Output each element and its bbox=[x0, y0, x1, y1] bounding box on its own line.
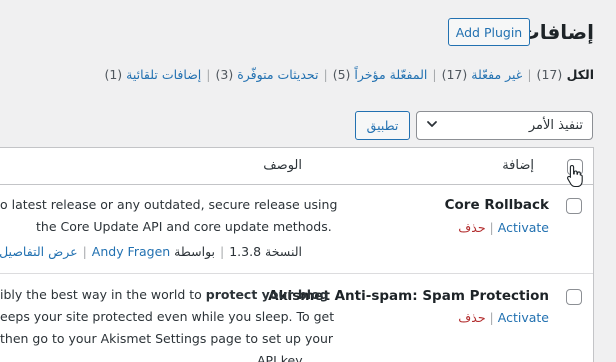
view-details-link[interactable]: عرض التفاصيل bbox=[0, 244, 78, 259]
filter-recent-label: المفعّلة مؤخراً bbox=[354, 67, 428, 82]
filter-separator: | bbox=[323, 67, 328, 82]
filter-recently-active[interactable]: المفعّلة مؤخراً (5) bbox=[333, 67, 428, 82]
plugin-author-link[interactable]: Andy Fragen bbox=[92, 244, 170, 259]
page-title: إضافات bbox=[519, 20, 594, 44]
filter-all-count: (17) bbox=[536, 67, 563, 82]
action-separator: | bbox=[489, 310, 494, 325]
filter-all-label: الكل bbox=[566, 67, 594, 82]
plugin-name: Core Rollback bbox=[444, 197, 549, 213]
description-line: the Core Update API and core update meth… bbox=[36, 219, 332, 234]
description-line: o latest release or any outdated, secure… bbox=[0, 197, 338, 212]
activate-link[interactable]: Activate bbox=[498, 310, 549, 325]
description-line: eeps your site protected even while you … bbox=[0, 309, 335, 324]
filter-recent-count: (5) bbox=[332, 67, 351, 82]
row-actions: Activate | حذف bbox=[458, 220, 549, 235]
hand-cursor-icon bbox=[567, 164, 583, 188]
plugin-meta: النسخة 1.3.8 | بواسطة Andy Fragen | عرض التف… bbox=[0, 244, 302, 259]
filter-inactive[interactable]: غير مفعّلة (17) bbox=[442, 67, 523, 82]
description-line: API key. bbox=[257, 353, 305, 362]
filter-auto-label: إضافات تلقائية bbox=[126, 67, 202, 82]
filter-separator: | bbox=[206, 67, 211, 82]
apply-button[interactable]: تطبيق bbox=[355, 111, 410, 140]
plugin-checkbox[interactable] bbox=[566, 289, 582, 305]
delete-link[interactable]: حذف bbox=[458, 220, 485, 235]
filter-auto-count: (1) bbox=[104, 67, 123, 82]
plugin-version: النسخة 1.3.8 bbox=[229, 244, 302, 259]
plugin-description: o latest release or any outdated, secure… bbox=[0, 194, 337, 238]
activate-link[interactable]: Activate bbox=[498, 220, 549, 235]
add-plugin-button[interactable]: Add Plugin bbox=[448, 18, 530, 46]
column-description: الوصف bbox=[263, 158, 302, 173]
table-header: إضافة الوصف bbox=[0, 148, 593, 185]
filter-updates-label: تحديثات متوفّرة bbox=[237, 67, 319, 82]
description-line: ibly the best way in the world to protec… bbox=[0, 284, 334, 306]
filter-updates-count: (3) bbox=[215, 67, 234, 82]
plugin-description: ibly the best way in the world to protec… bbox=[0, 284, 334, 362]
table-row: Akismet Anti-spam: Spam Protection Activ… bbox=[0, 274, 593, 362]
filter-separator: | bbox=[432, 67, 437, 82]
plugin-filter-links: الكل (17) | غير مفعّلة (17) | المفعّلة مؤخرا… bbox=[104, 67, 594, 82]
bulk-action-select[interactable]: تنفيذ الأمر bbox=[416, 111, 593, 140]
plugin-checkbox[interactable] bbox=[566, 198, 582, 214]
meta-separator: | bbox=[82, 244, 87, 259]
filter-all[interactable]: الكل (17) bbox=[537, 67, 594, 82]
column-plugin: إضافة bbox=[502, 158, 534, 173]
description-bold: protect your blog bbox=[205, 287, 329, 302]
action-separator: | bbox=[489, 220, 494, 235]
chevron-down-icon bbox=[427, 121, 437, 127]
delete-link[interactable]: حذف bbox=[458, 310, 485, 325]
table-row: Core Rollback Activate | حذف o latest rele… bbox=[0, 185, 593, 274]
filter-auto-updates[interactable]: إضافات تلقائية (1) bbox=[104, 67, 201, 82]
filter-inactive-count: (17) bbox=[441, 67, 468, 82]
filter-separator: | bbox=[527, 67, 532, 82]
plugin-by: بواسطة bbox=[174, 244, 216, 259]
filter-inactive-label: غير مفعّلة bbox=[471, 67, 523, 82]
meta-separator: | bbox=[220, 244, 225, 259]
description-line: then go to your Akismet Settings page to… bbox=[0, 331, 334, 346]
row-actions: Activate | حذف bbox=[458, 310, 549, 325]
filter-updates[interactable]: تحديثات متوفّرة (3) bbox=[216, 67, 319, 82]
description-lead: ibly the best way in the world to bbox=[0, 287, 206, 302]
plugins-table: إضافة الوصف Core Rollback Activate | حذف o… bbox=[0, 147, 594, 362]
